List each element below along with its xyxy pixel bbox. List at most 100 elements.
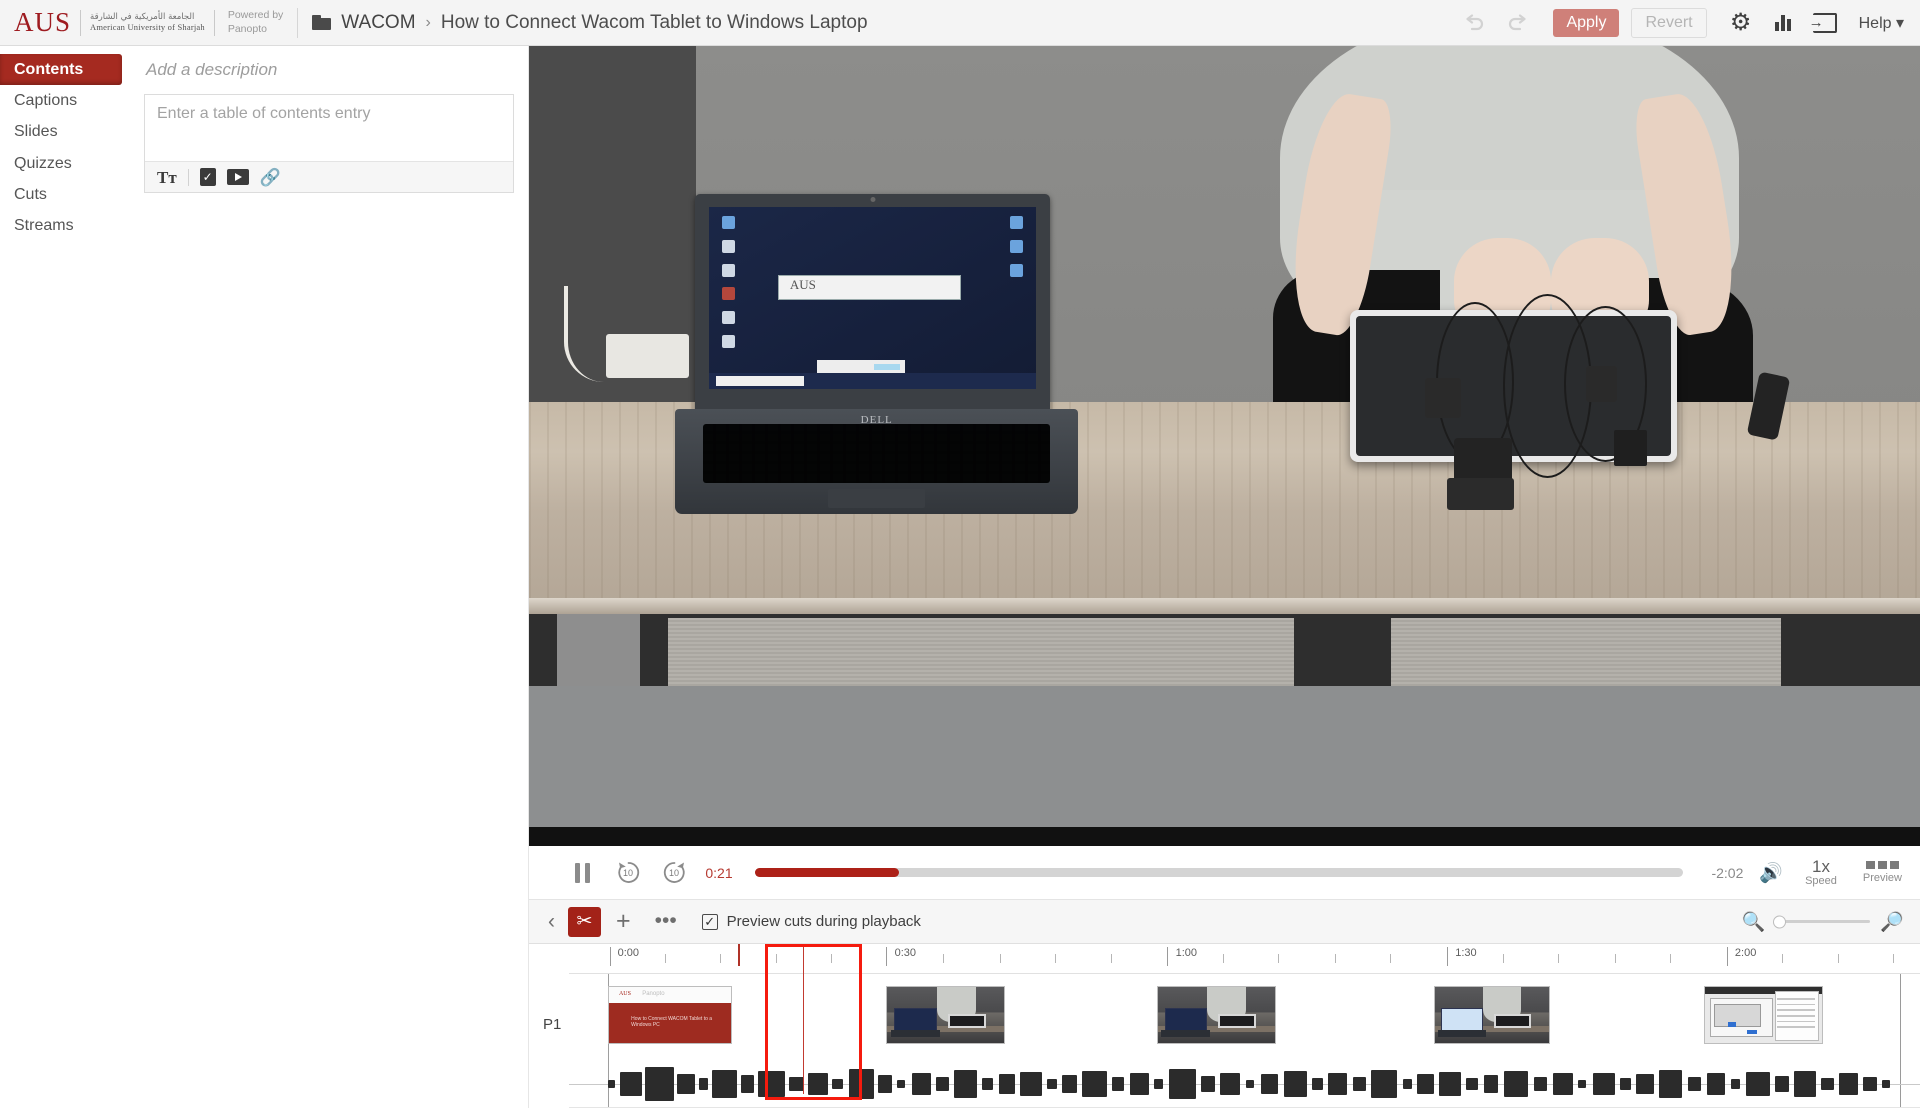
cable-connector [1613, 430, 1648, 466]
pause-icon [574, 862, 590, 883]
pause-button[interactable] [559, 853, 605, 893]
sidebar-item-captions[interactable]: Captions [0, 85, 122, 116]
scissors-icon: ✂ [576, 911, 593, 932]
ruler-label-2: 1:00 [1175, 947, 1198, 959]
text-format-icon[interactable]: Tт [157, 169, 177, 186]
help-menu[interactable]: Help ▾ [1859, 13, 1904, 33]
apply-button[interactable]: Apply [1553, 8, 1620, 37]
video-player[interactable]: DELL [529, 46, 1920, 846]
breadcrumb-separator-icon: › [425, 13, 431, 31]
dell-laptop: DELL [675, 194, 1079, 546]
video-frame: DELL [529, 46, 1920, 846]
powered-by-panopto: Powered by Panopto [228, 9, 283, 35]
progress-fill [755, 868, 899, 877]
preview-cuts-checkbox[interactable]: Preview cuts during playback [701, 913, 921, 930]
progress-bar[interactable] [755, 868, 1684, 877]
add-video-button[interactable] [226, 169, 249, 185]
revert-button[interactable]: Revert [1631, 7, 1707, 38]
cut-marker[interactable] [737, 944, 740, 966]
sidebar-item-cuts[interactable]: Cuts [0, 179, 122, 210]
more-options-button[interactable]: ••• [646, 911, 686, 931]
timeline-thumbnail-2[interactable] [886, 986, 1006, 1044]
add-quiz-button[interactable] [199, 168, 216, 186]
aus-english-name: American University of Sharjah [90, 21, 205, 32]
rewind-amount-label: 10 [622, 868, 633, 878]
description-input[interactable]: Add a description [144, 56, 514, 94]
rewind-10-button[interactable]: 10 [605, 853, 651, 893]
thumb-title-caption: How to Connect WACOM Tablet to a Windows… [631, 1016, 713, 1029]
speed-label: Speed [1805, 875, 1837, 888]
timeline-thumbnail-title[interactable]: AUS Panopto How to Connect WACOM Tablet … [608, 986, 733, 1044]
audio-waveform[interactable] [569, 1062, 1920, 1106]
add-clip-button[interactable]: + [605, 909, 642, 934]
laptop-keyboard [703, 423, 1051, 483]
header-divider [297, 7, 299, 38]
redo-button[interactable] [1499, 6, 1535, 40]
laptop-brand-label: DELL [860, 414, 893, 426]
gear-icon: ⚙ [1729, 8, 1752, 36]
forward-10-button[interactable]: 10 [651, 853, 697, 893]
sidebar-item-contents[interactable]: Contents [0, 54, 122, 86]
laptop-screen [709, 207, 1036, 390]
timeline-ruler[interactable]: 0:00 0:30 1:00 1:30 2:00 [569, 944, 1920, 974]
timeline-tracks[interactable]: 0:00 0:30 1:00 1:30 2:00 AUS Panopto How… [569, 944, 1920, 1108]
timeline-track-p1[interactable]: AUS Panopto How to Connect WACOM Tablet … [569, 944, 1920, 1108]
ruler-label-3: 1:30 [1455, 947, 1477, 959]
ruler-label-1: 0:30 [894, 947, 916, 959]
preview-cuts-label: Preview cuts during playback [726, 913, 921, 930]
breadcrumb: WACOM › How to Connect Wacom Tablet to W… [312, 12, 868, 34]
timeline-thumbnail-3[interactable] [1156, 986, 1276, 1044]
bar-chart-icon [1774, 14, 1791, 31]
current-time-label: 0:21 [705, 864, 733, 881]
collapse-back-button[interactable]: ‹ [539, 910, 564, 934]
editor-nav: Contents Captions Slides Quizzes Cuts St… [0, 46, 122, 1108]
layout-grid-icon [1863, 861, 1902, 869]
laptop-webcam-icon [870, 197, 876, 203]
app-header: AUS الجامعة الأمريكية في الشارقة America… [0, 0, 1920, 46]
ruler-label-0: 0:00 [617, 947, 640, 959]
floor-bottom [529, 826, 1920, 846]
add-link-button[interactable]: 🔗 [260, 169, 281, 186]
remaining-time-label: -2:02 [1711, 864, 1744, 881]
panopto-editor-app: AUS الجامعة الأمريكية في الشارقة America… [0, 0, 1920, 1108]
sidebar-item-quizzes[interactable]: Quizzes [0, 148, 122, 179]
toc-toolbar: Tт 🔗 [145, 161, 513, 192]
zoom-slider-handle[interactable] [1773, 915, 1787, 928]
powered-by-line2: Panopto [227, 22, 267, 35]
zoom-out-icon[interactable]: 🔍 [1742, 910, 1766, 934]
timeline-thumbnail-4[interactable] [1433, 986, 1550, 1044]
power-adapter-base [1447, 478, 1514, 510]
share-button[interactable] [1807, 6, 1843, 40]
speed-control[interactable]: 1x Speed [1805, 857, 1837, 888]
thumb-aus-logo: AUS [618, 990, 631, 997]
zoom-slider[interactable] [1773, 915, 1871, 928]
breadcrumb-folder-link[interactable]: WACOM [341, 12, 415, 34]
powered-divider [213, 9, 215, 36]
rewind-10-icon: 10 [615, 859, 642, 886]
laptop-trackpad [828, 488, 926, 508]
folder-icon [312, 15, 332, 30]
toc-entry-input[interactable]: Enter a table of contents entry [145, 95, 513, 161]
undo-icon [1466, 13, 1484, 30]
settings-button[interactable]: ⚙ [1723, 6, 1759, 40]
timeline-gutter: P1 [529, 944, 569, 1108]
preview-layout-control[interactable]: Preview [1863, 861, 1902, 884]
statistics-button[interactable] [1765, 6, 1801, 40]
timeline-toolbar: ‹ ✂ + ••• Preview cuts during playback 🔍… [529, 900, 1920, 944]
timeline-zoom-controls: 🔍 🔎 [1742, 910, 1904, 934]
main-body: Contents Captions Slides Quizzes Cuts St… [0, 46, 1920, 1108]
sidebar-item-slides[interactable]: Slides [0, 116, 122, 147]
header-actions: Apply Revert ⚙ Help ▾ [1457, 6, 1920, 40]
volume-button[interactable]: 🔊 [1759, 861, 1783, 885]
timeline-playhead[interactable] [802, 944, 805, 1094]
laptop-search-box [715, 375, 805, 387]
share-arrow-icon [1812, 12, 1837, 33]
cut-tool-button[interactable]: ✂ [568, 906, 601, 937]
timeline-thumbnail-5[interactable] [1703, 986, 1823, 1044]
aus-logo-subtitle: الجامعة الأمريكية في الشارقة American Un… [90, 12, 205, 33]
zoom-in-icon[interactable]: 🔎 [1880, 910, 1904, 934]
right-panel: DELL [528, 46, 1920, 1108]
undo-button[interactable] [1457, 6, 1493, 40]
sidebar-item-streams[interactable]: Streams [0, 210, 122, 241]
ruler-label-4: 2:00 [1734, 947, 1757, 959]
